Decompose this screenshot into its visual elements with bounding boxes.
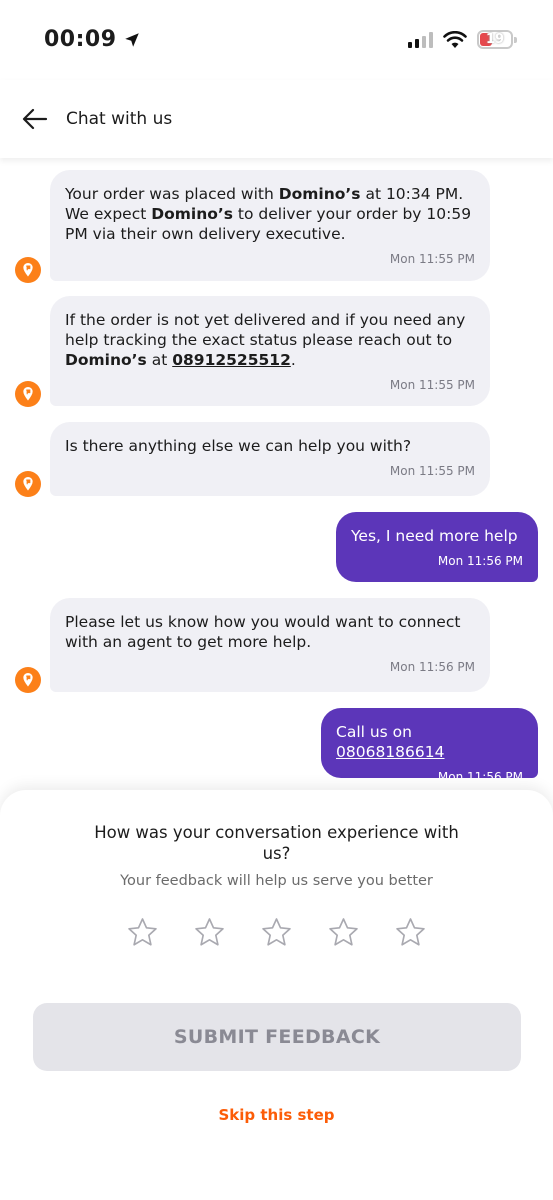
page-title: Chat with us <box>66 109 173 129</box>
swiggy-logo-icon <box>22 386 34 402</box>
status-bar: 00:09 19 <box>0 0 553 80</box>
status-time: 00:09 <box>44 27 141 52</box>
chat-thread: Your order was placed with Domino’s at 1… <box>0 158 553 798</box>
message-time: Mon 11:55 PM <box>389 378 475 392</box>
user-message: Call us on 08068186614 Mon 11:56 PM <box>321 708 538 784</box>
message-text: Is there anything else we can help you w… <box>65 437 412 455</box>
user-message: Yes, I need more help Mon 11:56 PM <box>336 512 538 582</box>
message-text: If the order is not yet delivered and if… <box>65 311 466 369</box>
bot-message: Your order was placed with Domino’s at 1… <box>50 170 490 281</box>
message-text: Your order was placed with Domino’s at 1… <box>65 185 472 243</box>
cellular-signal-icon <box>408 31 433 48</box>
star-rating <box>126 916 427 949</box>
location-arrow-icon <box>124 32 139 47</box>
star-2-icon[interactable] <box>193 916 226 949</box>
bot-avatar <box>15 381 41 407</box>
message-time: Mon 11:56 PM <box>437 770 523 784</box>
swiggy-logo-icon <box>22 262 34 278</box>
feedback-subtitle: Your feedback will help us serve you bet… <box>120 873 433 889</box>
star-5-icon[interactable] <box>394 916 427 949</box>
status-icons: 19 <box>408 30 517 49</box>
arrow-left-icon <box>22 108 48 130</box>
submit-feedback-button[interactable]: SUBMIT FEEDBACK <box>33 1003 521 1071</box>
support-phone-link[interactable]: 08912525512 <box>172 351 291 369</box>
message-time: Mon 11:56 PM <box>389 660 475 674</box>
back-button[interactable] <box>18 102 52 136</box>
wifi-icon <box>443 30 467 48</box>
call-us-phone-link[interactable]: 08068186614 <box>336 743 444 761</box>
battery-icon: 19 <box>477 30 517 49</box>
bot-avatar <box>15 257 41 283</box>
message-text: Please let us know how you would want to… <box>65 613 461 651</box>
star-3-icon[interactable] <box>260 916 293 949</box>
message-time: Mon 11:55 PM <box>389 252 475 266</box>
message-text: Call us on 08068186614 <box>336 723 445 761</box>
skip-step-link[interactable]: Skip this step <box>0 1106 553 1124</box>
message-time: Mon 11:55 PM <box>389 464 475 478</box>
status-time-text: 00:09 <box>44 27 117 52</box>
battery-level: 19 <box>485 32 505 47</box>
bot-avatar <box>15 471 41 497</box>
swiggy-logo-icon <box>22 672 34 688</box>
feedback-sheet: How was your conversation experience wit… <box>0 790 553 1200</box>
bot-message: Is there anything else we can help you w… <box>50 422 490 496</box>
swiggy-logo-icon <box>22 476 34 492</box>
message-time: Mon 11:56 PM <box>437 554 523 568</box>
bot-avatar <box>15 667 41 693</box>
bot-message: If the order is not yet delivered and if… <box>50 296 490 406</box>
star-4-icon[interactable] <box>327 916 360 949</box>
star-1-icon[interactable] <box>126 916 159 949</box>
bot-message: Please let us know how you would want to… <box>50 598 490 692</box>
chat-header: Chat with us <box>0 80 553 158</box>
message-text: Yes, I need more help <box>351 527 518 545</box>
feedback-title: How was your conversation experience wit… <box>94 823 459 863</box>
